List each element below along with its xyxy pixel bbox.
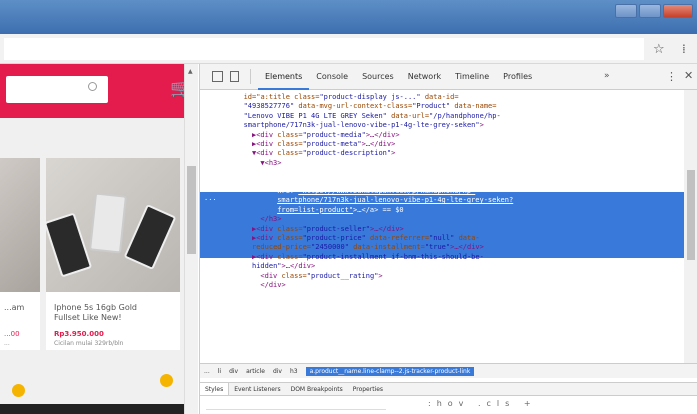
dom-node[interactable]: ▶<div class="product-price" data-referre… (200, 234, 684, 243)
window-controls (615, 4, 693, 18)
window-title-bar (0, 0, 697, 34)
product-name[interactable]: ...am (4, 303, 24, 312)
styles-pane: :hov .cls + (200, 396, 697, 414)
product-name[interactable]: Iphone 5s 16gb Gold Fullset Like New! (54, 303, 164, 323)
breadcrumb-item[interactable]: div (229, 368, 238, 375)
devtools-close-icon[interactable]: ✕ (684, 69, 693, 82)
seller-rating-smiley-icon (12, 384, 25, 397)
phone-photo (123, 203, 177, 271)
bookmark-star-icon[interactable]: ☆ (653, 42, 665, 57)
dom-node[interactable]: "4938527776" data-mvg-url-context-class=… (200, 102, 684, 111)
breadcrumb-item[interactable]: div (273, 368, 282, 375)
devtools-menu-icon[interactable]: ⋮ (666, 70, 677, 83)
address-bar-row: ☆ ⁞ (0, 34, 697, 64)
dom-node-selected[interactable]: "product__name line-clamp--2 js-tracker-… (200, 178, 684, 187)
page-scrollbar[interactable]: ▲ (184, 64, 198, 414)
dom-node[interactable]: "Lenovo VIBE P1 4G LTE GREY Seken" data-… (200, 112, 684, 121)
browser-menu-icon[interactable]: ⁞ (682, 42, 686, 56)
styles-filter-input[interactable] (206, 400, 386, 410)
dom-node-selected[interactable]: from=list-product">…</a> == $0 (200, 206, 684, 215)
address-field[interactable] (4, 38, 644, 60)
devtools-tabs: Elements Console Sources Network Timeline Pro… (258, 64, 539, 90)
phone-photo (46, 212, 93, 278)
inspect-element-icon[interactable] (212, 71, 223, 82)
dom-node[interactable]: </div> (200, 281, 684, 290)
device-mode-icon[interactable] (230, 71, 239, 82)
dom-node[interactable]: </h3> (200, 215, 684, 224)
tab-elements[interactable]: Elements (258, 64, 310, 90)
tab-network[interactable]: Network (401, 64, 448, 90)
dom-tree-scrollbar[interactable] (684, 90, 697, 363)
breadcrumb-item[interactable]: ... (204, 368, 210, 375)
toolbar-divider (250, 69, 251, 84)
dom-node[interactable]: <div class="product__rating"> (200, 272, 684, 281)
devtools-panel: Elements Console Sources Network Timeline Pro… (199, 64, 697, 414)
subtab-properties[interactable]: Properties (348, 383, 388, 395)
product-price: Rp3.950.000 (54, 330, 104, 338)
product-installment: Cicilan mulai 329rb/bln (54, 340, 124, 347)
seller-rating-smiley-icon (160, 374, 173, 387)
product-card[interactable]: Iphone 5s 16gb Gold Fullset Like New! Rp… (46, 158, 180, 350)
dom-node[interactable]: id="a:title class="product-display js-..… (200, 93, 684, 102)
dom-tree-scrollbar-thumb[interactable] (687, 170, 695, 260)
breadcrumb-item[interactable]: h3 (290, 368, 298, 375)
dom-tree[interactable]: ... id="a:title class="product-display j… (200, 90, 684, 363)
element-breadcrumb: ... li div article div h3 a.product__name.line… (200, 363, 697, 378)
subtab-styles[interactable]: Styles (200, 383, 230, 395)
product-grid: ...am ...00 ... Iphone 5s 16gb Gold Full… (0, 118, 194, 414)
product-image[interactable] (0, 158, 40, 292)
styles-subtabs: Styles Event Listeners DOM Breakpoints Prop… (200, 382, 697, 396)
subtab-dom-breakpoints[interactable]: DOM Breakpoints (286, 383, 348, 395)
maximize-button[interactable] (639, 4, 661, 18)
dom-node[interactable]: ▼<div class="product-description"> (200, 149, 684, 158)
next-row-images (0, 404, 194, 414)
scroll-up-arrow-icon[interactable]: ▲ (188, 68, 193, 75)
close-window-button[interactable] (663, 4, 693, 18)
minimize-button[interactable] (615, 4, 637, 18)
product-image[interactable] (46, 158, 180, 292)
more-tabs-icon[interactable]: » (604, 71, 610, 81)
dom-node[interactable]: ▶<div class="product-seller">…</div> (200, 225, 684, 234)
site-header: 🛒 (0, 64, 194, 118)
tab-profiles[interactable]: Profiles (496, 64, 539, 90)
dom-node[interactable]: smartphone/717n3k-jual-lenovo-vibe-p1-4g… (200, 121, 684, 130)
breadcrumb-item[interactable]: li (218, 368, 221, 375)
styles-toggle-buttons[interactable]: :hov .cls + (428, 399, 537, 408)
dom-node[interactable]: reduced-price="2450000" data-installment… (200, 243, 684, 252)
devtools-toolbar: Elements Console Sources Network Timeline Pro… (200, 64, 697, 90)
breadcrumb-item[interactable]: a.product__name.line-clamp--2.js-tracker… (305, 366, 475, 376)
dom-node[interactable]: ▶<div class="product-media">…</div> (200, 131, 684, 140)
dom-node[interactable]: ▼<h3> (200, 159, 684, 168)
tab-console[interactable]: Console (309, 64, 355, 90)
dom-node-selected[interactable]: smartphone/717n3k-jual-lenovo-vibe-p1-4g… (200, 196, 684, 205)
dom-node-selected[interactable]: ▶<a title="Lenovo VIBE P1 4G LTE GREY Se… (200, 168, 684, 177)
breadcrumb-item[interactable]: article (246, 368, 265, 375)
subtab-event-listeners[interactable]: Event Listeners (229, 383, 285, 395)
website-pane: 🛒 ...am ...00 ... Iphone 5s 16gb Gold Fu… (0, 64, 194, 414)
dom-node-selected[interactable]: href="https://www.bukalapak.com/p/handph… (200, 187, 684, 196)
dom-node[interactable]: ▶<div class="product-meta">…</div> (200, 140, 684, 149)
tab-sources[interactable]: Sources (355, 64, 401, 90)
search-icon[interactable] (88, 82, 97, 91)
phone-photo (89, 192, 127, 254)
tab-timeline[interactable]: Timeline (448, 64, 496, 90)
dom-node[interactable]: hidden">…</div> (200, 262, 684, 271)
product-card-partial[interactable]: ...am ...00 ... (0, 158, 40, 350)
product-price: ...00 (4, 330, 20, 338)
product-installment: ... (4, 340, 10, 347)
page-scrollbar-thumb[interactable] (187, 166, 196, 254)
dom-node[interactable]: ▶<div class="product-installment if-bnm-… (200, 253, 684, 262)
